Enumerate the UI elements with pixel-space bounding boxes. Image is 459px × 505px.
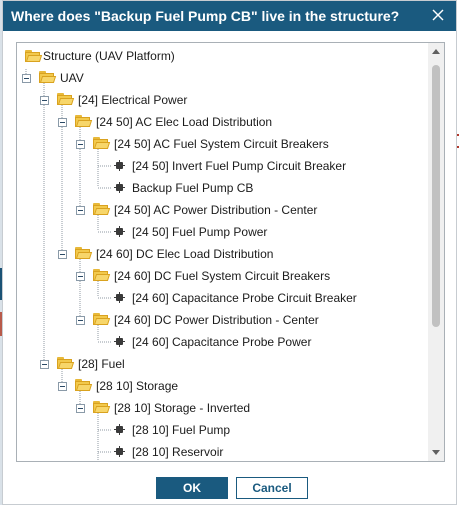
folder-icon xyxy=(57,93,75,106)
structure-tree[interactable]: Structure (UAV Platform) UAV [24] Electr… xyxy=(16,42,445,462)
component-icon xyxy=(114,226,125,237)
cancel-button[interactable]: Cancel xyxy=(236,477,308,499)
vertical-scrollbar[interactable] xyxy=(428,43,444,461)
tree-node-storage[interactable]: [28 10] Storage xyxy=(96,379,178,393)
dialog-title: Where does "Backup Fuel Pump CB" live in… xyxy=(11,8,400,24)
folder-icon xyxy=(93,313,111,326)
collapse-toggle[interactable] xyxy=(76,316,85,325)
component-icon xyxy=(114,160,125,171)
tree-node-fuel-pump[interactable]: [28 10] Fuel Pump xyxy=(132,423,230,437)
tree-node-dc-fuel-breakers[interactable]: [24 60] DC Fuel System Circuit Breakers xyxy=(114,269,330,283)
tree-node-capacitance-probe-cb[interactable]: [24 60] Capacitance Probe Circuit Breake… xyxy=(132,291,357,305)
tree-node-ac-power-dist-center[interactable]: [24 50] AC Power Distribution - Center xyxy=(114,203,317,217)
scroll-thumb[interactable] xyxy=(432,65,440,327)
tree-node-fuel-pump-power[interactable]: [24 50] Fuel Pump Power xyxy=(132,225,267,239)
scroll-down-icon[interactable] xyxy=(432,450,440,455)
folder-icon xyxy=(75,115,93,128)
collapse-toggle[interactable] xyxy=(40,360,49,369)
tree-node-electrical-power[interactable]: [24] Electrical Power xyxy=(78,93,187,107)
folder-icon xyxy=(75,247,93,260)
tree-node-dc-power-dist-center[interactable]: [24 60] DC Power Distribution - Center xyxy=(114,313,319,327)
tree-node-dc-elec-load[interactable]: [24 60] DC Elec Load Distribution xyxy=(96,247,273,261)
structure-location-dialog: Where does "Backup Fuel Pump CB" live in… xyxy=(2,0,457,505)
component-icon xyxy=(114,182,125,193)
folder-icon xyxy=(93,269,111,282)
folder-icon xyxy=(75,379,93,392)
dialog-titlebar: Where does "Backup Fuel Pump CB" live in… xyxy=(3,1,456,31)
component-icon xyxy=(114,336,125,347)
collapse-toggle[interactable] xyxy=(58,250,67,259)
collapse-toggle[interactable] xyxy=(58,118,67,127)
tree-node-reservoir[interactable]: [28 10] Reservoir xyxy=(132,445,223,459)
folder-icon xyxy=(93,137,111,150)
tree-node-storage-inverted[interactable]: [28 10] Storage - Inverted xyxy=(114,401,250,415)
tree-node-structure-root[interactable]: Structure (UAV Platform) xyxy=(43,49,175,63)
close-icon[interactable] xyxy=(430,7,446,23)
component-icon xyxy=(114,292,125,303)
collapse-toggle[interactable] xyxy=(40,96,49,105)
component-icon xyxy=(114,446,125,457)
tree-node-invert-fuel-pump-cb[interactable]: [24 50] Invert Fuel Pump Circuit Breaker xyxy=(132,159,346,173)
scroll-up-icon[interactable] xyxy=(432,49,440,54)
tree-node-ac-fuel-breakers[interactable]: [24 50] AC Fuel System Circuit Breakers xyxy=(114,137,329,151)
component-icon xyxy=(114,424,125,435)
tree-node-capacitance-probe-power[interactable]: [24 60] Capacitance Probe Power xyxy=(132,335,311,349)
folder-icon xyxy=(93,401,111,414)
collapse-toggle[interactable] xyxy=(76,272,85,281)
tree-node-fuel[interactable]: [28] Fuel xyxy=(78,357,125,371)
folder-icon xyxy=(39,71,57,84)
collapse-toggle[interactable] xyxy=(76,140,85,149)
tree-node-backup-fuel-pump-cb[interactable]: Backup Fuel Pump CB xyxy=(132,181,253,195)
tree-node-ac-elec-load[interactable]: [24 50] AC Elec Load Distribution xyxy=(96,115,272,129)
folder-icon xyxy=(93,203,111,216)
tree-node-uav[interactable]: UAV xyxy=(60,71,84,85)
folder-icon xyxy=(25,50,43,63)
collapse-toggle[interactable] xyxy=(76,206,85,215)
ok-button[interactable]: OK xyxy=(156,477,228,499)
tree-content: Structure (UAV Platform) UAV [24] Electr… xyxy=(17,43,429,461)
collapse-toggle[interactable] xyxy=(22,74,31,83)
collapse-toggle[interactable] xyxy=(58,382,67,391)
folder-icon xyxy=(57,357,75,370)
collapse-toggle[interactable] xyxy=(76,404,85,413)
